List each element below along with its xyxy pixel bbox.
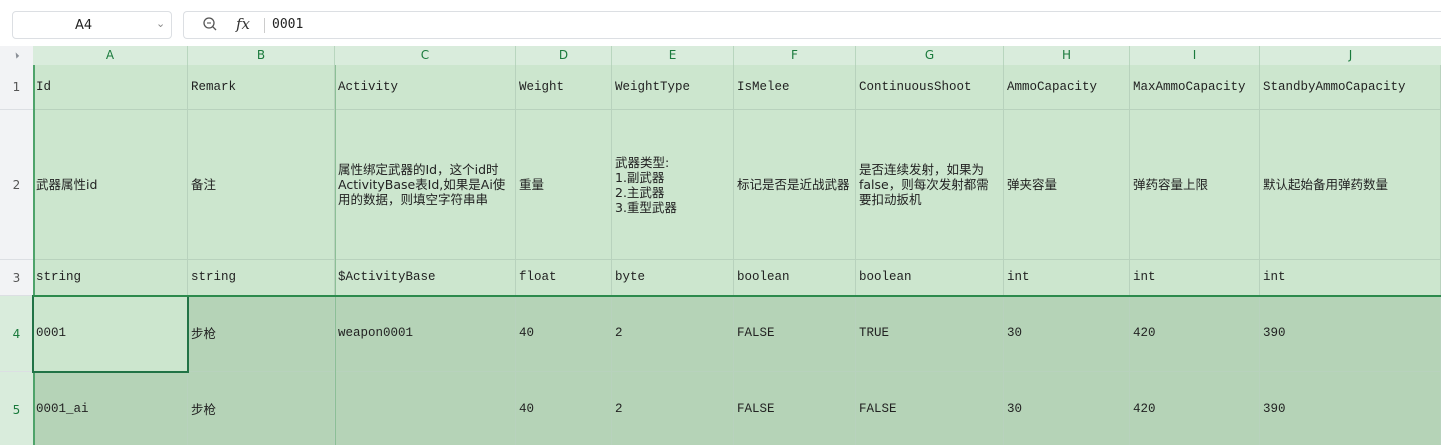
row-header-2[interactable]: 2: [0, 110, 33, 260]
name-box[interactable]: A4 ⌄: [12, 11, 172, 39]
column-header-a[interactable]: A: [33, 46, 188, 65]
cell-i3[interactable]: int: [1130, 260, 1260, 296]
column-header-i[interactable]: I: [1130, 46, 1260, 65]
cell-b2[interactable]: 备注: [188, 110, 335, 260]
cell-d4[interactable]: 40: [516, 296, 612, 372]
column-b-divider: [335, 65, 336, 445]
column-header-j[interactable]: J: [1260, 46, 1441, 65]
cell-e3[interactable]: byte: [612, 260, 734, 296]
formula-value[interactable]: 0001: [272, 17, 303, 32]
cell-a4-active[interactable]: 0001: [32, 295, 189, 373]
formula-bar: A4 ⌄ fx 0001: [0, 8, 1441, 44]
cell-j4[interactable]: 390: [1260, 296, 1441, 372]
cell-c2[interactable]: 属性绑定武器的Id，这个id时ActivityBase表Id,如果是Ai使用的数…: [335, 110, 516, 260]
row-header-4[interactable]: 4: [0, 296, 33, 372]
formula-input[interactable]: fx 0001: [183, 11, 1441, 39]
cell-h1[interactable]: AmmoCapacity: [1004, 65, 1130, 110]
cell-g3[interactable]: boolean: [856, 260, 1004, 296]
cell-reference: A4: [75, 18, 93, 33]
cell-h5[interactable]: 30: [1004, 372, 1130, 445]
cell-b1[interactable]: Remark: [188, 65, 335, 110]
cell-c1[interactable]: Activity: [335, 65, 516, 110]
column-header-f[interactable]: F: [734, 46, 856, 65]
cell-i1[interactable]: MaxAmmoCapacity: [1130, 65, 1260, 110]
cell-c4[interactable]: weapon0001: [335, 296, 516, 372]
spreadsheet-grid: A B C D E F G H I J 1 Id Remark Activity…: [0, 46, 1441, 445]
cell-i4[interactable]: 420: [1130, 296, 1260, 372]
cell-a3[interactable]: string: [33, 260, 188, 296]
cell-i5[interactable]: 420: [1130, 372, 1260, 445]
cell-f5[interactable]: FALSE: [734, 372, 856, 445]
cell-f3[interactable]: boolean: [734, 260, 856, 296]
cell-e2[interactable]: 武器类型: 1.副武器 2.主武器 3.重型武器: [612, 110, 734, 260]
freeze-line-vertical: [33, 65, 35, 445]
column-header-e[interactable]: E: [612, 46, 734, 65]
cell-b3[interactable]: string: [188, 260, 335, 296]
cell-j2[interactable]: 默认起始备用弹药数量: [1260, 110, 1441, 260]
cell-b4[interactable]: 步枪: [188, 296, 335, 372]
row-header-1[interactable]: 1: [0, 65, 33, 110]
cell-a2[interactable]: 武器属性id: [33, 110, 188, 260]
cell-h4[interactable]: 30: [1004, 296, 1130, 372]
cell-b5[interactable]: 步枪: [188, 372, 335, 445]
column-header-g[interactable]: G: [856, 46, 1004, 65]
cell-j1[interactable]: StandbyAmmoCapacity: [1260, 65, 1441, 110]
cell-i2[interactable]: 弹药容量上限: [1130, 110, 1260, 260]
column-header-c[interactable]: C: [335, 46, 516, 65]
cell-e1[interactable]: WeightType: [612, 65, 734, 110]
cell-c3[interactable]: $ActivityBase: [335, 260, 516, 296]
zoom-icon[interactable]: [202, 16, 218, 32]
cell-d2[interactable]: 重量: [516, 110, 612, 260]
cell-e4[interactable]: 2: [612, 296, 734, 372]
chevron-down-icon[interactable]: ⌄: [156, 17, 165, 30]
row-header-3[interactable]: 3: [0, 260, 33, 296]
cell-h3[interactable]: int: [1004, 260, 1130, 296]
cell-f2[interactable]: 标记是否是近战武器: [734, 110, 856, 260]
cell-g2[interactable]: 是否连续发射，如果为false，则每次发射都需要扣动扳机: [856, 110, 1004, 260]
cell-j3[interactable]: int: [1260, 260, 1441, 296]
cell-c5[interactable]: [335, 372, 516, 445]
cell-g4[interactable]: TRUE: [856, 296, 1004, 372]
cell-a5[interactable]: 0001_ai: [33, 372, 188, 445]
cell-a1[interactable]: Id: [33, 65, 188, 110]
cell-f4[interactable]: FALSE: [734, 296, 856, 372]
cell-e5[interactable]: 2: [612, 372, 734, 445]
cell-d3[interactable]: float: [516, 260, 612, 296]
cell-d5[interactable]: 40: [516, 372, 612, 445]
freeze-line-horizontal: [33, 295, 1441, 297]
cell-g1[interactable]: ContinuousShoot: [856, 65, 1004, 110]
cell-d1[interactable]: Weight: [516, 65, 612, 110]
column-header-b[interactable]: B: [188, 46, 335, 65]
cell-g5[interactable]: FALSE: [856, 372, 1004, 445]
select-all-corner[interactable]: [0, 46, 33, 65]
row-header-5[interactable]: 5: [0, 372, 33, 445]
cell-j5[interactable]: 390: [1260, 372, 1441, 445]
formula-separator: [264, 18, 265, 33]
column-header-h[interactable]: H: [1004, 46, 1130, 65]
function-icon[interactable]: fx: [236, 15, 250, 33]
select-all-icon: [12, 52, 20, 59]
cell-f1[interactable]: IsMelee: [734, 65, 856, 110]
column-header-d[interactable]: D: [516, 46, 612, 65]
cell-h2[interactable]: 弹夹容量: [1004, 110, 1130, 260]
